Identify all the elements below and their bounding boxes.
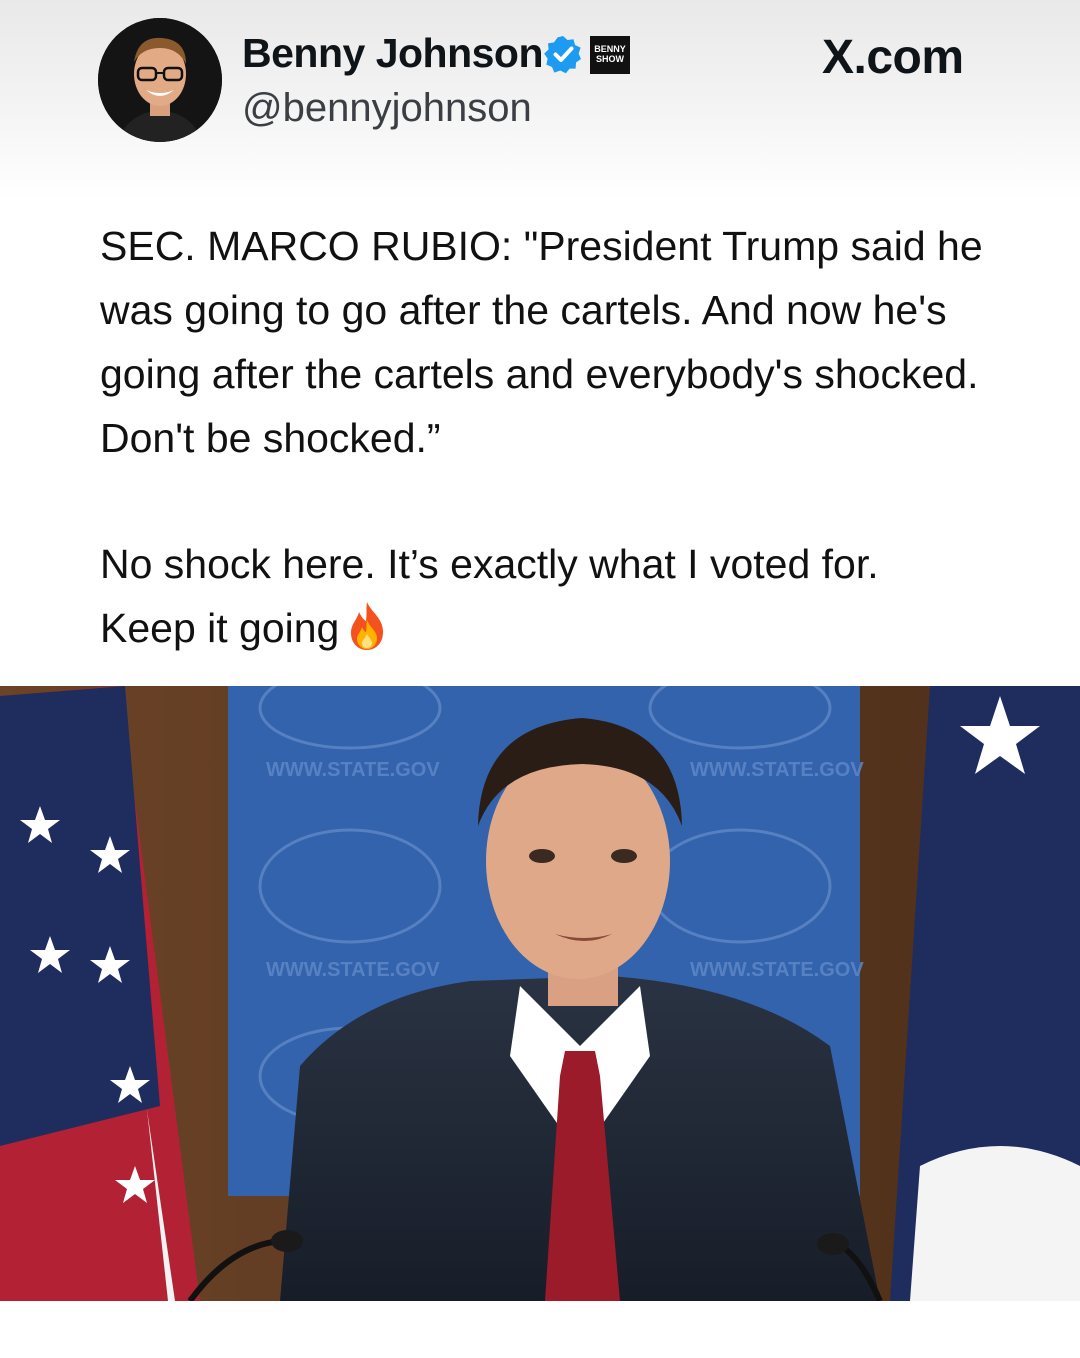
tweet-paragraph: No shock here. It’s exactly what I voted…: [100, 541, 879, 587]
tweet-media-image[interactable]: WWW.STATE.GOV WWW.STATE.GOV WWW.STATE.GO…: [0, 686, 1080, 1301]
tweet-paragraph: SEC. MARCO RUBIO: "President Trump said …: [100, 223, 983, 461]
fire-icon: [345, 600, 389, 652]
svg-text:WWW.STATE.GOV: WWW.STATE.GOV: [266, 959, 440, 981]
benny-show-logo: BENNY SHOW: [590, 36, 630, 74]
press-briefing-photo: WWW.STATE.GOV WWW.STATE.GOV WWW.STATE.GO…: [0, 686, 1080, 1301]
user-handle[interactable]: @bennyjohnson: [242, 86, 532, 131]
avatar-image: [98, 18, 222, 142]
display-name[interactable]: Benny Johnson: [242, 30, 544, 77]
site-label: X.com: [822, 31, 964, 84]
tweet-paragraph: Keep it going: [100, 605, 340, 651]
tweet-text: SEC. MARCO RUBIO: "President Trump said …: [100, 214, 1040, 660]
tweet-paragraph-with-emoji: Keep it going: [100, 596, 1040, 660]
svg-text:WWW.STATE.GOV: WWW.STATE.GOV: [266, 759, 440, 781]
avatar[interactable]: [98, 18, 222, 142]
verified-badge-icon: [544, 36, 581, 74]
svg-text:WWW.STATE.GOV: WWW.STATE.GOV: [690, 959, 864, 981]
svg-text:WWW.STATE.GOV: WWW.STATE.GOV: [690, 759, 864, 781]
